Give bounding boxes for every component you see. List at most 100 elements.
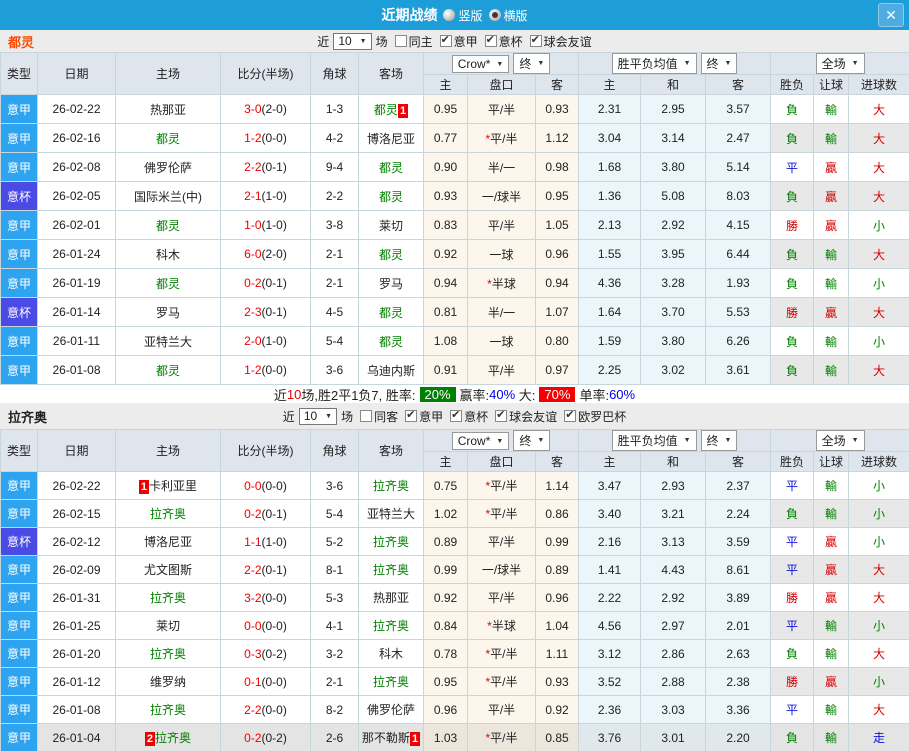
checked-checkbox-icon[interactable] bbox=[485, 35, 497, 47]
odds-final-select[interactable]: 终▼ bbox=[513, 430, 550, 451]
radio-horizontal-icon[interactable] bbox=[489, 9, 501, 21]
checked-checkbox-icon[interactable] bbox=[530, 35, 542, 47]
filter-checkbox-意杯[interactable]: 意杯 bbox=[485, 33, 523, 50]
fulltime-score: 0-2 bbox=[244, 507, 261, 521]
summary-segment: 70% bbox=[539, 387, 575, 402]
filter-checkbox-欧罗巴杯[interactable]: 欧罗巴杯 bbox=[564, 408, 626, 425]
radio-vertical-label[interactable]: 竖版 bbox=[458, 7, 482, 24]
home-team: 热那亚 bbox=[116, 95, 221, 124]
titlebar: 近期战绩 竖版 横版 ✕ bbox=[0, 0, 909, 30]
unchecked-checkbox-icon[interactable] bbox=[360, 410, 372, 422]
filter-checkbox-球会友谊[interactable]: 球会友谊 bbox=[530, 33, 592, 50]
checked-checkbox-icon[interactable] bbox=[440, 35, 452, 47]
home-team: 都灵 bbox=[116, 269, 221, 298]
avg-odds-select[interactable]: 胜平负均值▼ bbox=[612, 53, 697, 74]
filter-checkbox-意甲[interactable]: 意甲 bbox=[405, 408, 443, 425]
score-cell: 1-2(0-0) bbox=[221, 124, 311, 153]
avg-subheader: 主 bbox=[579, 75, 641, 95]
away-odds: 0.98 bbox=[536, 153, 579, 182]
avg-subheader: 主 bbox=[579, 452, 641, 472]
avg-odds-select[interactable]: 胜平负均值▼ bbox=[612, 430, 697, 451]
filter-checkbox-同主[interactable]: 同主 bbox=[395, 33, 433, 50]
league-badge: 意甲 bbox=[1, 240, 38, 269]
team-label: 都灵 bbox=[156, 132, 180, 146]
away-team: 拉齐奥 bbox=[359, 668, 424, 696]
score-cell: 3-2(0-0) bbox=[221, 584, 311, 612]
avg-subheader: 和 bbox=[641, 75, 706, 95]
result-goals: 小 bbox=[849, 668, 909, 696]
checked-checkbox-icon[interactable] bbox=[564, 410, 576, 422]
corner-count: 4-2 bbox=[311, 124, 359, 153]
layout-horizontal-option[interactable]: 横版 bbox=[489, 7, 528, 24]
checkbox-label: 欧罗巴杯 bbox=[578, 408, 626, 425]
fulltime-score: 0-1 bbox=[244, 675, 261, 689]
filter-checkbox-意杯[interactable]: 意杯 bbox=[450, 408, 488, 425]
avg-away: 5.14 bbox=[706, 153, 771, 182]
odds-company-select[interactable]: Crow*▼ bbox=[452, 55, 510, 73]
odds-subheader: 盘口 bbox=[468, 452, 536, 472]
avg-final-select-label: 终 bbox=[707, 55, 719, 72]
games-count-select[interactable]: 10▼ bbox=[333, 33, 371, 50]
rank-badge: 1 bbox=[410, 732, 420, 746]
home-team: 2拉齐奥 bbox=[116, 724, 221, 752]
away-team: 罗马 bbox=[359, 269, 424, 298]
avg-draw: 3.28 bbox=[641, 269, 706, 298]
avg-final-select[interactable]: 终▼ bbox=[701, 430, 738, 451]
team-label: 亚特兰大 bbox=[367, 507, 415, 521]
handicap-label: 一球 bbox=[489, 248, 513, 262]
handicap-label: 平/半 bbox=[490, 132, 517, 146]
team-label: 都灵 bbox=[379, 306, 403, 320]
full-match-select[interactable]: 全场▼ bbox=[816, 430, 865, 451]
avg-final-select[interactable]: 终▼ bbox=[701, 53, 738, 74]
radio-vertical-icon[interactable] bbox=[443, 9, 455, 21]
team-name: 拉齐奥 bbox=[8, 407, 47, 426]
checked-checkbox-icon[interactable] bbox=[405, 410, 417, 422]
filter-checkbox-球会友谊[interactable]: 球会友谊 bbox=[495, 408, 557, 425]
home-odds: 0.92 bbox=[424, 240, 468, 269]
avg-home: 2.16 bbox=[579, 528, 641, 556]
full-subheader: 进球数 bbox=[849, 75, 909, 95]
table-row: 意杯26-02-12博洛尼亚1-1(1-0)5-2拉齐奥0.89平/半0.992… bbox=[1, 528, 909, 556]
avg-away: 3.61 bbox=[706, 356, 771, 385]
filter-checkbox-意甲[interactable]: 意甲 bbox=[440, 33, 478, 50]
avg-final-select-label: 终 bbox=[707, 432, 719, 449]
league-badge: 意甲 bbox=[1, 124, 38, 153]
handicap-label: 一/球半 bbox=[482, 190, 521, 204]
home-odds: 1.02 bbox=[424, 500, 468, 528]
filter-controls: 近10▼场同主意甲意杯球会友谊 bbox=[317, 33, 591, 50]
away-team: 都灵 bbox=[359, 298, 424, 327]
result-handicap: 輸 bbox=[814, 640, 849, 668]
score-cell: 0-0(0-0) bbox=[221, 472, 311, 500]
home-odds: 0.95 bbox=[424, 668, 468, 696]
avg-home: 1.68 bbox=[579, 153, 641, 182]
home-team: 亚特兰大 bbox=[116, 327, 221, 356]
result-outcome: 平 bbox=[771, 612, 814, 640]
team-label: 维罗纳 bbox=[150, 675, 186, 689]
table-row: 意杯26-02-05国际米兰(中)2-1(1-0)2-2都灵0.93一/球半0.… bbox=[1, 182, 909, 211]
odds-final-select[interactable]: 终▼ bbox=[513, 53, 550, 74]
full-match-select[interactable]: 全场▼ bbox=[816, 53, 865, 74]
games-count-select[interactable]: 10▼ bbox=[299, 408, 337, 425]
close-button[interactable]: ✕ bbox=[878, 3, 904, 27]
halftime-score: (0-0) bbox=[262, 703, 287, 717]
result-handicap: 贏 bbox=[814, 584, 849, 612]
checked-checkbox-icon[interactable] bbox=[495, 410, 507, 422]
layout-vertical-option[interactable]: 竖版 bbox=[443, 7, 482, 24]
avg-subheader: 和 bbox=[641, 452, 706, 472]
away-odds: 0.94 bbox=[536, 269, 579, 298]
team-label: 拉齐奥 bbox=[155, 731, 191, 745]
score-cell: 2-2(0-1) bbox=[221, 153, 311, 182]
col-date: 日期 bbox=[38, 53, 116, 95]
match-date: 26-02-16 bbox=[38, 124, 116, 153]
odds-subheader: 盘口 bbox=[468, 75, 536, 95]
radio-horizontal-label[interactable]: 横版 bbox=[504, 7, 528, 24]
avg-home: 3.12 bbox=[579, 640, 641, 668]
handicap: *平/半 bbox=[468, 640, 536, 668]
unchecked-checkbox-icon[interactable] bbox=[395, 35, 407, 47]
result-outcome: 負 bbox=[771, 327, 814, 356]
team-label: 乌迪内斯 bbox=[367, 364, 415, 378]
filter-checkbox-同客[interactable]: 同客 bbox=[360, 408, 398, 425]
games-label: 场 bbox=[376, 33, 388, 50]
odds-company-select[interactable]: Crow*▼ bbox=[452, 432, 510, 450]
checked-checkbox-icon[interactable] bbox=[450, 410, 462, 422]
